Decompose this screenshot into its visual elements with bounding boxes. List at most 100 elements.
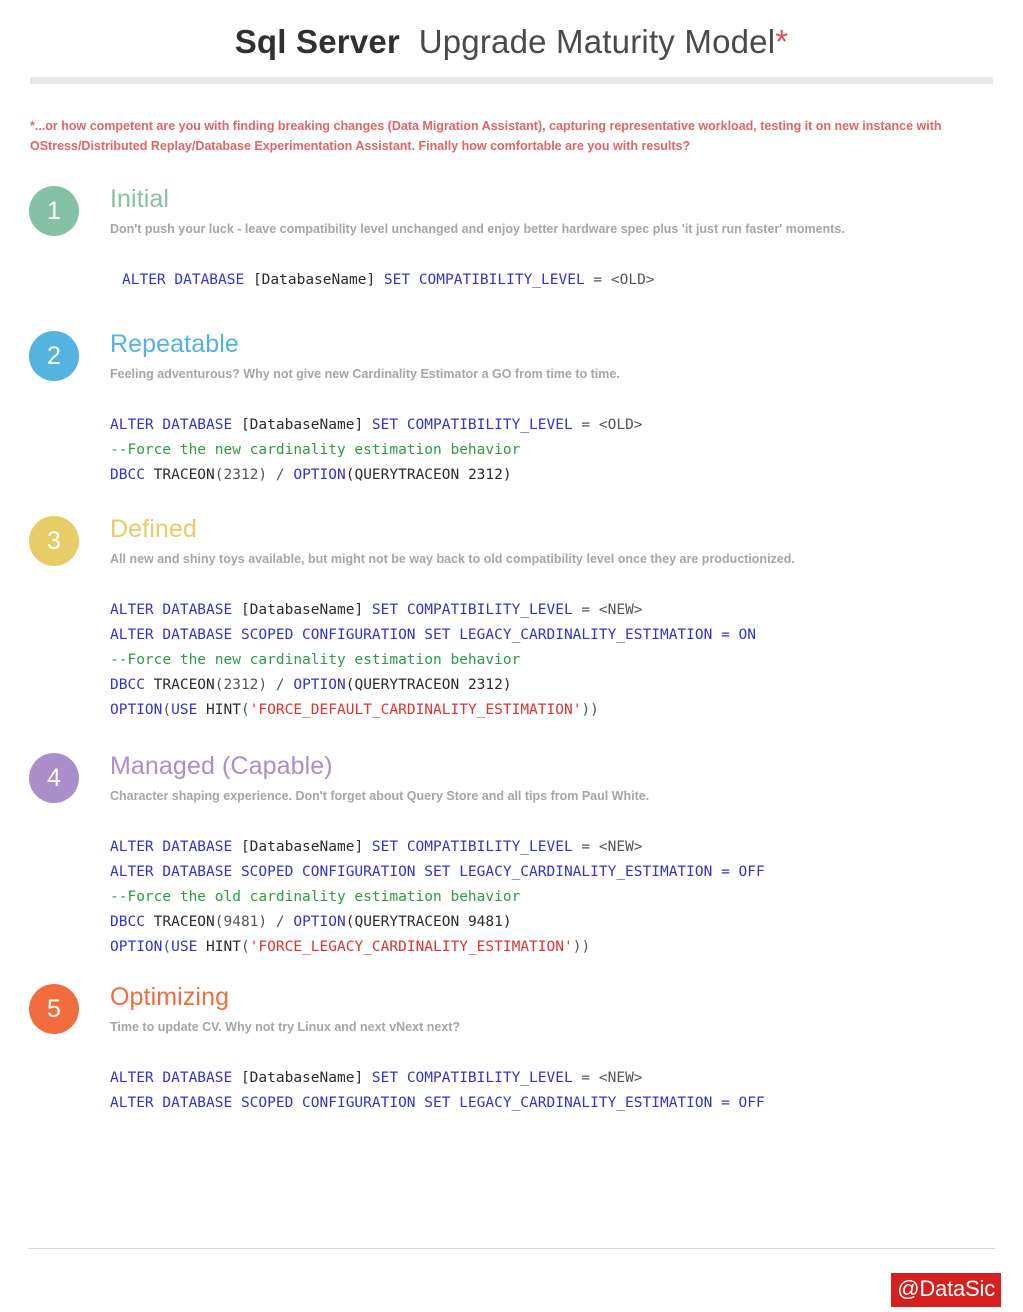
sql-token-id: (QUERYTRACEON 9481) — [345, 914, 512, 930]
sql-code-line: ALTER DATABASE SCOPED CONFIGURATION SET … — [110, 860, 1023, 885]
subtitle-part-2: ), capturing representative workload, te… — [537, 119, 942, 133]
maturity-level-section: 1 Initial Don't push your luck - leave com… — [0, 184, 1023, 293]
page-subtitle: *...or how competent are you with findin… — [30, 116, 993, 156]
sql-token-kw: USE — [171, 939, 207, 955]
level-title: Initial — [110, 185, 170, 213]
sql-token-id: [DatabaseName] — [240, 602, 372, 618]
sql-code-block: ALTER DATABASE [DatabaseName] SET COMPAT… — [110, 413, 1023, 488]
level-title: Optimizing — [110, 983, 230, 1011]
header-divider — [30, 77, 993, 84]
page-footer: @DataSic — [0, 1230, 1023, 1312]
sql-code-line: DBCC TRACEON(2312) / OPTION(QUERYTRACEON… — [110, 673, 1023, 698]
sql-token-op: ( — [162, 702, 172, 718]
sql-token-cm: --Force the new cardinality estimation b… — [110, 652, 521, 668]
sql-token-op: = <OLD> — [581, 417, 643, 433]
sql-code-line: ALTER DATABASE [DatabaseName] SET COMPAT… — [122, 268, 1023, 293]
sql-token-op: ( — [162, 939, 172, 955]
sql-token-cm: --Force the new cardinality estimation b… — [110, 442, 521, 458]
sql-token-id: TRACEON — [153, 914, 215, 930]
sql-token-op: = <NEW> — [581, 839, 643, 855]
sql-code-block: ALTER DATABASE [DatabaseName] SET COMPAT… — [110, 835, 1023, 960]
sql-code-line: ALTER DATABASE SCOPED CONFIGURATION SET … — [110, 623, 1023, 648]
level-number-badge: 4 — [29, 753, 79, 803]
level-number-badge: 2 — [29, 331, 79, 381]
level-title: Repeatable — [110, 330, 239, 358]
sql-token-str: 'FORCE_LEGACY_CARDINALITY_ESTIMATION' — [249, 939, 573, 955]
sql-token-str: 'FORCE_DEFAULT_CARDINALITY_ESTIMATION' — [249, 702, 582, 718]
sql-token-op: = <OLD> — [593, 272, 655, 288]
sql-code-line: OPTION(USE HINT('FORCE_LEGACY_CARDINALIT… — [110, 935, 1023, 960]
maturity-level-section: 3 Defined All new and shiny toys available… — [0, 514, 1023, 723]
maturity-level-list: 1 Initial Don't push your luck - leave com… — [0, 184, 1023, 1116]
sql-code-line: ALTER DATABASE [DatabaseName] SET COMPAT… — [110, 413, 1023, 438]
level-title: Managed (Capable) — [110, 752, 333, 780]
sql-token-kw: ALTER DATABASE SCOPED CONFIGURATION SET … — [110, 864, 765, 880]
sql-token-op: ( — [240, 939, 250, 955]
subtitle-bold-2: OStress/Distributed Replay/Database Expe… — [30, 139, 416, 153]
sql-token-kw: ALTER DATABASE SCOPED CONFIGURATION SET … — [110, 627, 757, 643]
sql-token-op: )) — [572, 939, 591, 955]
sql-token-op: = <NEW> — [581, 1070, 643, 1086]
page-title-asterisk: * — [775, 23, 789, 60]
sql-token-kw: OPTION — [110, 702, 163, 718]
sql-code-block: ALTER DATABASE [DatabaseName] SET COMPAT… — [110, 268, 1023, 293]
subtitle-part-1: *...or how competent are you with findin… — [30, 119, 392, 133]
sql-token-op: (2312) / — [214, 467, 294, 483]
sql-token-id: TRACEON — [153, 467, 215, 483]
sql-code-line: DBCC TRACEON(2312) / OPTION(QUERYTRACEON… — [110, 463, 1023, 488]
sql-code-block: ALTER DATABASE [DatabaseName] SET COMPAT… — [110, 1066, 1023, 1116]
sql-token-id: [DatabaseName] — [240, 839, 372, 855]
page-header: Sql Server Upgrade Maturity Model* — [0, 0, 1023, 84]
sql-token-op: ( — [240, 702, 250, 718]
sql-token-kw: ALTER DATABASE — [122, 272, 253, 288]
sql-token-id: (QUERYTRACEON 2312) — [345, 677, 512, 693]
sql-token-kw: DBCC — [110, 677, 154, 693]
sql-token-op: (9481) / — [214, 914, 294, 930]
sql-token-kw: OPTION — [293, 467, 346, 483]
maturity-level-section: 5 Optimizing Time to update CV. Why not tr… — [0, 982, 1023, 1116]
sql-token-id: HINT — [206, 702, 241, 718]
sql-token-kw: DBCC — [110, 914, 154, 930]
subtitle-bold-1: Data Migration Assistant — [391, 119, 538, 133]
footer-divider — [28, 1248, 995, 1249]
page-title: Sql Server Upgrade Maturity Model* — [0, 22, 1023, 62]
sql-token-kw: SET COMPATIBILITY_LEVEL — [383, 272, 594, 288]
subtitle-part-3: Finally how comfortable are you with res… — [415, 139, 691, 153]
sql-token-kw: ALTER DATABASE — [110, 602, 241, 618]
sql-token-kw: ALTER DATABASE — [110, 1070, 241, 1086]
level-description: All new and shiny toys available, but mi… — [110, 552, 795, 566]
sql-token-kw: SET COMPATIBILITY_LEVEL — [371, 1070, 582, 1086]
sql-token-id: (QUERYTRACEON 2312) — [345, 467, 512, 483]
sql-code-line: ALTER DATABASE [DatabaseName] SET COMPAT… — [110, 835, 1023, 860]
sql-code-line: --Force the new cardinality estimation b… — [110, 438, 1023, 463]
sql-token-id: [DatabaseName] — [240, 417, 372, 433]
sql-token-kw: ALTER DATABASE — [110, 417, 241, 433]
sql-token-kw: OPTION — [110, 939, 163, 955]
sql-token-kw: ALTER DATABASE — [110, 839, 241, 855]
level-title: Defined — [110, 515, 197, 543]
sql-code-line: ALTER DATABASE SCOPED CONFIGURATION SET … — [110, 1091, 1023, 1116]
level-number-badge: 1 — [29, 186, 79, 236]
sql-token-op: (2312) / — [214, 677, 294, 693]
sql-token-kw: SET COMPATIBILITY_LEVEL — [371, 602, 582, 618]
sql-token-op: = <NEW> — [581, 602, 643, 618]
author-handle-badge: @DataSic — [891, 1273, 1001, 1307]
sql-code-line: ALTER DATABASE [DatabaseName] SET COMPAT… — [110, 598, 1023, 623]
sql-token-op: )) — [581, 702, 599, 718]
sql-token-id: TRACEON — [153, 677, 215, 693]
sql-code-line: --Force the old cardinality estimation b… — [110, 885, 1023, 910]
maturity-level-section: 2 Repeatable Feeling adventurous? Why not … — [0, 329, 1023, 488]
level-number-badge: 5 — [29, 984, 79, 1034]
sql-token-kw: SET COMPATIBILITY_LEVEL — [371, 417, 582, 433]
level-description: Character shaping experience. Don't forg… — [110, 789, 650, 803]
sql-token-cm: --Force the old cardinality estimation b… — [110, 889, 521, 905]
sql-code-line: ALTER DATABASE [DatabaseName] SET COMPAT… — [110, 1066, 1023, 1091]
level-description: Feeling adventurous? Why not give new Ca… — [110, 367, 620, 381]
sql-token-kw: ALTER DATABASE SCOPED CONFIGURATION SET … — [110, 1095, 765, 1111]
sql-token-kw: OPTION — [293, 677, 346, 693]
level-number-badge: 3 — [29, 516, 79, 566]
sql-token-id: [DatabaseName] — [252, 272, 384, 288]
page-title-rest: Upgrade Maturity Model — [418, 23, 776, 60]
sql-code-block: ALTER DATABASE [DatabaseName] SET COMPAT… — [110, 598, 1023, 723]
sql-token-id: [DatabaseName] — [240, 1070, 372, 1086]
